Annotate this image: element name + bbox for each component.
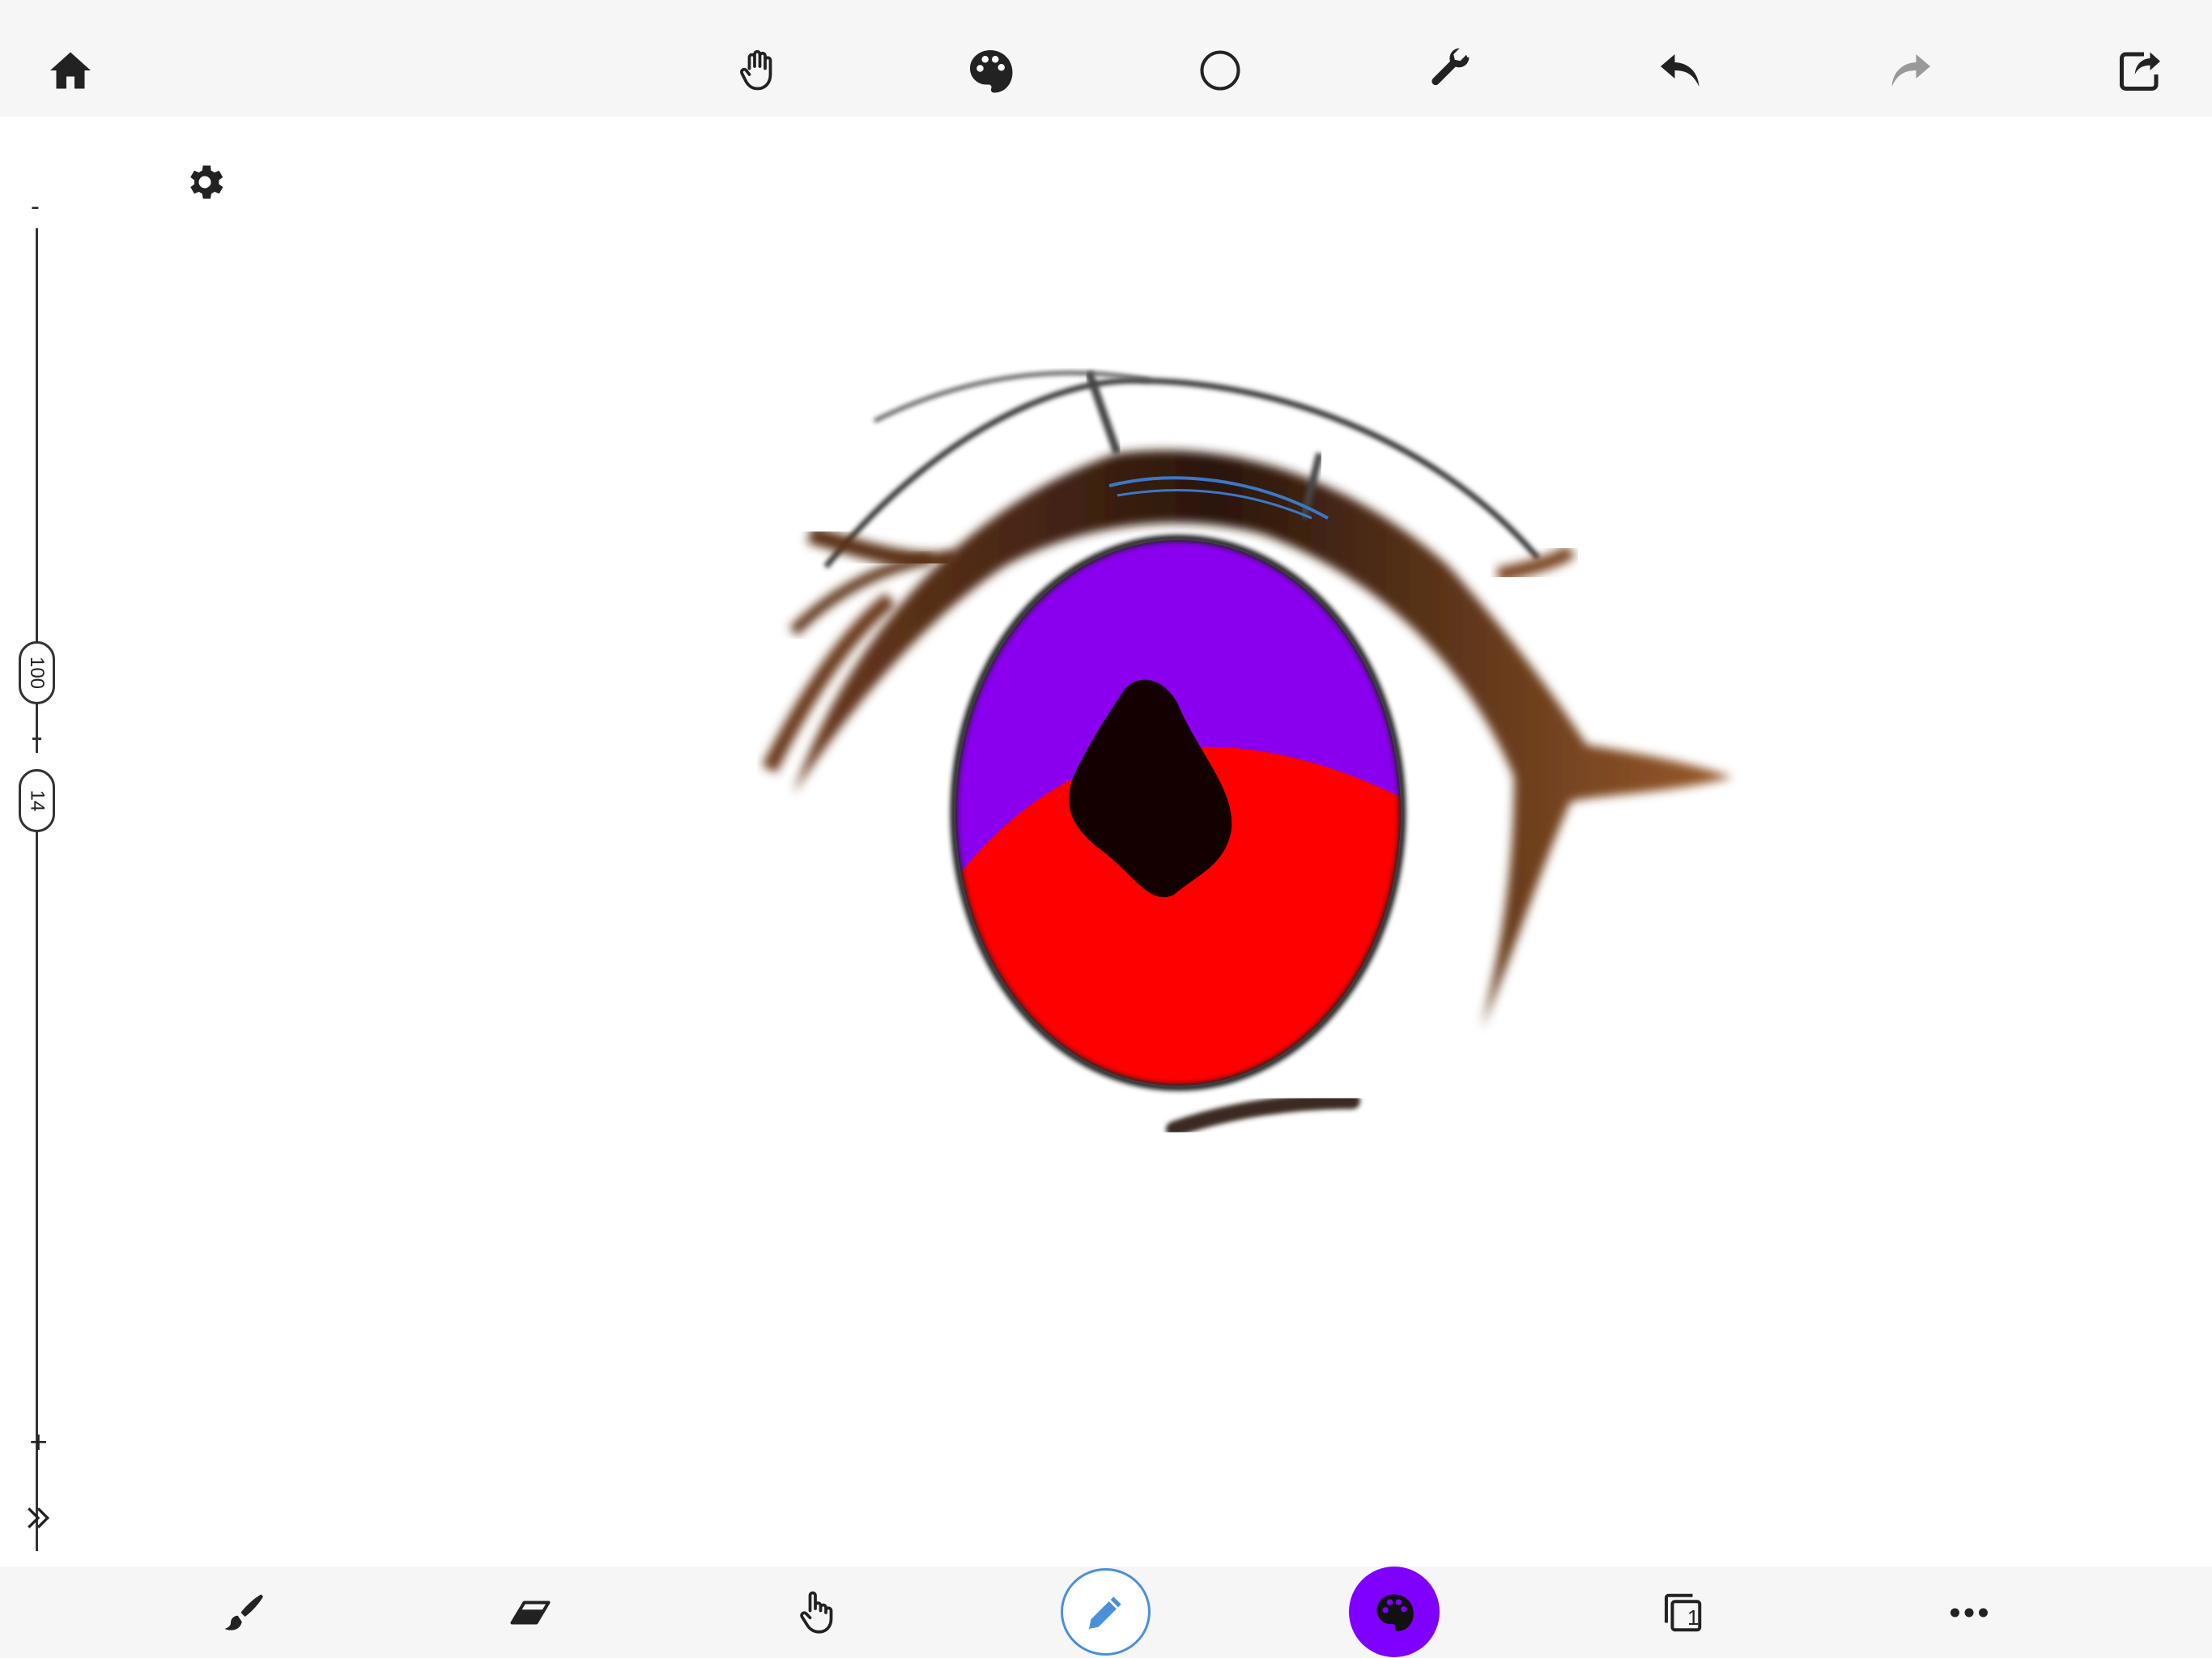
undo-button[interactable]	[1644, 34, 1717, 107]
smudge-tool-button[interactable]	[780, 1576, 853, 1649]
color-palette-button[interactable]	[954, 34, 1027, 107]
redo-button[interactable]	[1874, 34, 1946, 107]
share-button[interactable]	[2104, 34, 2176, 107]
lower-eyelash	[1166, 1093, 1360, 1137]
expand-panel-button[interactable]	[18, 1498, 58, 1538]
wrench-icon	[1431, 48, 1470, 86]
finger-icon	[800, 1591, 833, 1634]
undo-icon	[1661, 54, 1699, 87]
palette-icon	[1376, 1594, 1414, 1631]
layers-count: 1	[1687, 1605, 1699, 1630]
size-value: 14	[26, 789, 49, 812]
opacity-value: 100	[26, 656, 49, 690]
hand-icon	[740, 49, 772, 91]
circle-icon	[1200, 50, 1240, 91]
share-icon	[2120, 52, 2160, 91]
shape-tool-button[interactable]	[1184, 34, 1257, 107]
palette-icon	[970, 50, 1013, 93]
size-slider[interactable]: - 100 14 +	[0, 117, 73, 1567]
more-options-button[interactable]	[1933, 1576, 2006, 1649]
drawing-canvas[interactable]: - 100 14 +	[0, 117, 2212, 1567]
layers-button[interactable]: 1	[1646, 1576, 1719, 1649]
pencil-tool-button[interactable]	[1061, 1568, 1151, 1656]
more-icon	[1950, 1608, 1988, 1618]
home-button[interactable]	[34, 34, 107, 107]
eraser-icon	[510, 1601, 551, 1625]
home-icon	[50, 52, 91, 89]
opacity-value-pill[interactable]: 100	[19, 641, 55, 704]
double-chevron-right-icon	[28, 1507, 50, 1528]
size-value-pill[interactable]: 14	[19, 769, 55, 832]
brush-icon	[224, 1594, 263, 1630]
gear-icon	[190, 165, 223, 199]
slider-min-label: -	[31, 193, 40, 221]
layers-icon	[1665, 1593, 1702, 1632]
redo-icon	[1891, 54, 1930, 87]
pan-hand-button[interactable]	[723, 34, 796, 107]
color-picker-button[interactable]	[1349, 1567, 1440, 1657]
settings-button[interactable]	[177, 154, 233, 210]
settings-wrench-button[interactable]	[1414, 34, 1487, 107]
slider-max-label: +	[28, 1428, 49, 1456]
brush-tool-button[interactable]	[206, 1576, 279, 1649]
slider-tick	[32, 738, 41, 740]
pencil-icon	[1088, 1596, 1121, 1629]
bottom-toolbar: 1	[0, 1567, 2212, 1658]
eraser-tool-button[interactable]	[494, 1576, 567, 1649]
top-toolbar	[0, 0, 2212, 117]
